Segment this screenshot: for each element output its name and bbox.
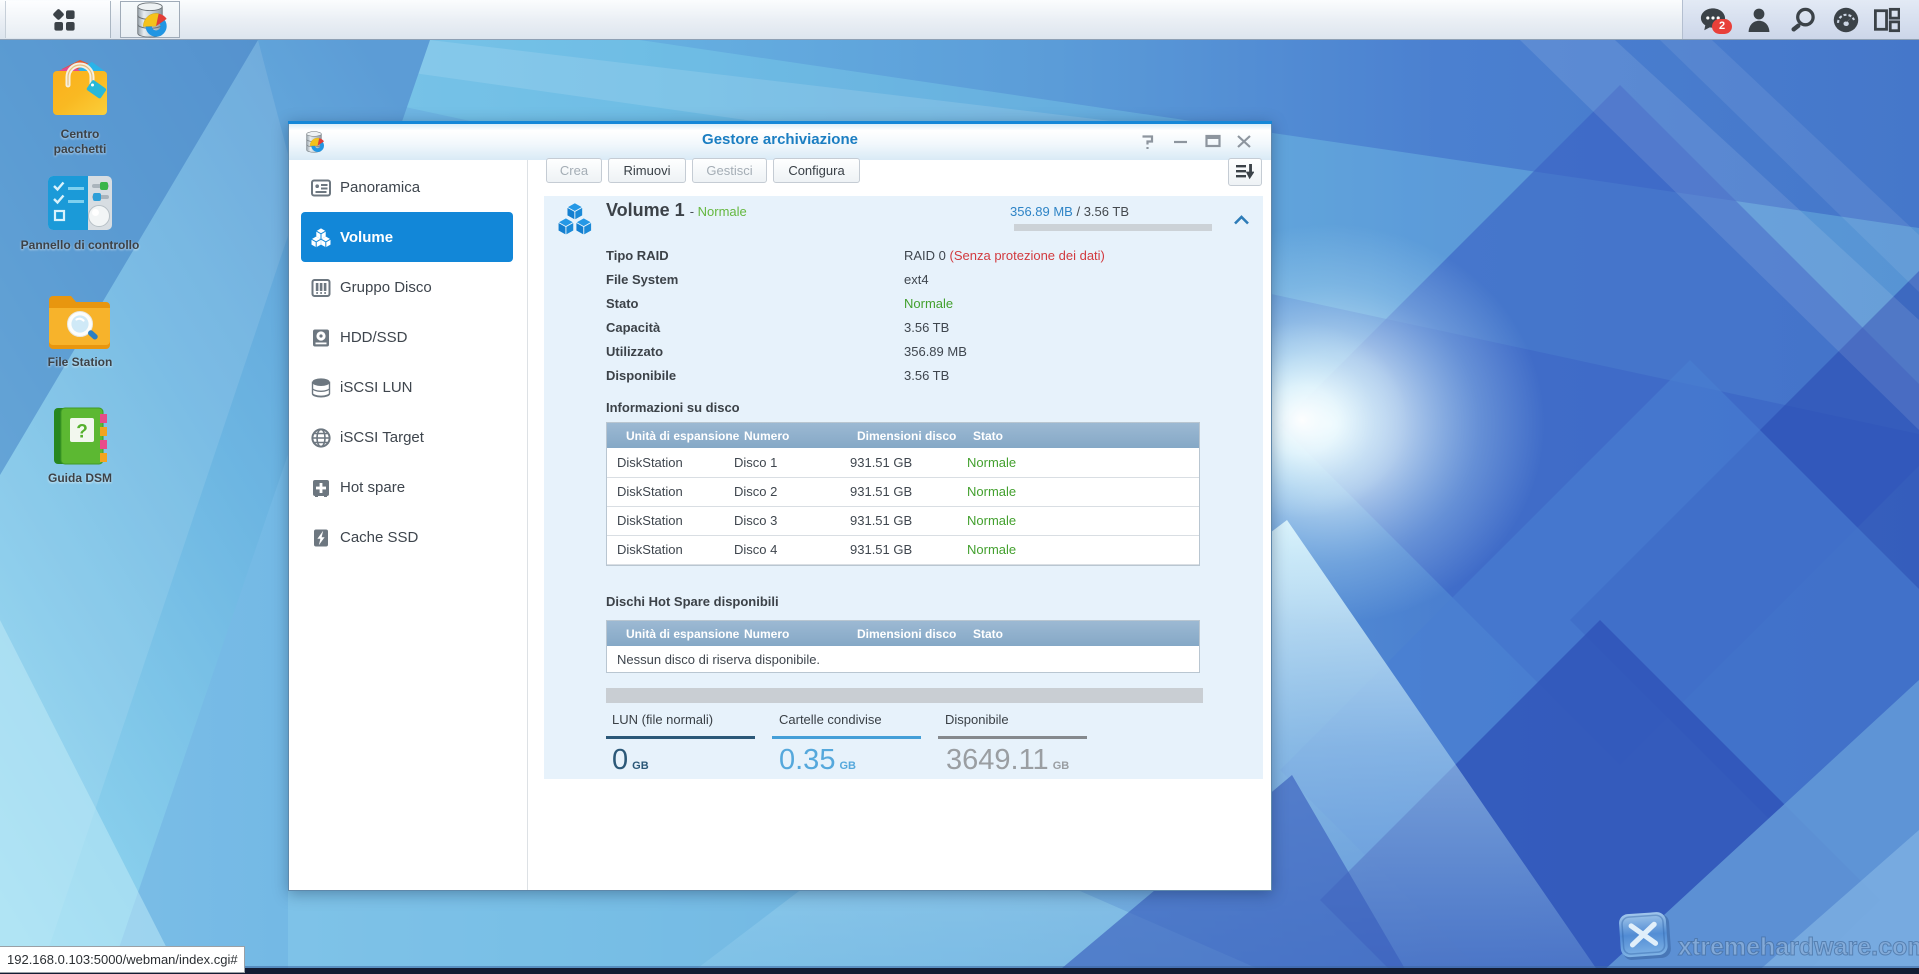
svg-text:?: ? <box>76 422 88 443</box>
svg-text:xtremehardware.com: xtremehardware.com <box>1678 933 1919 961</box>
